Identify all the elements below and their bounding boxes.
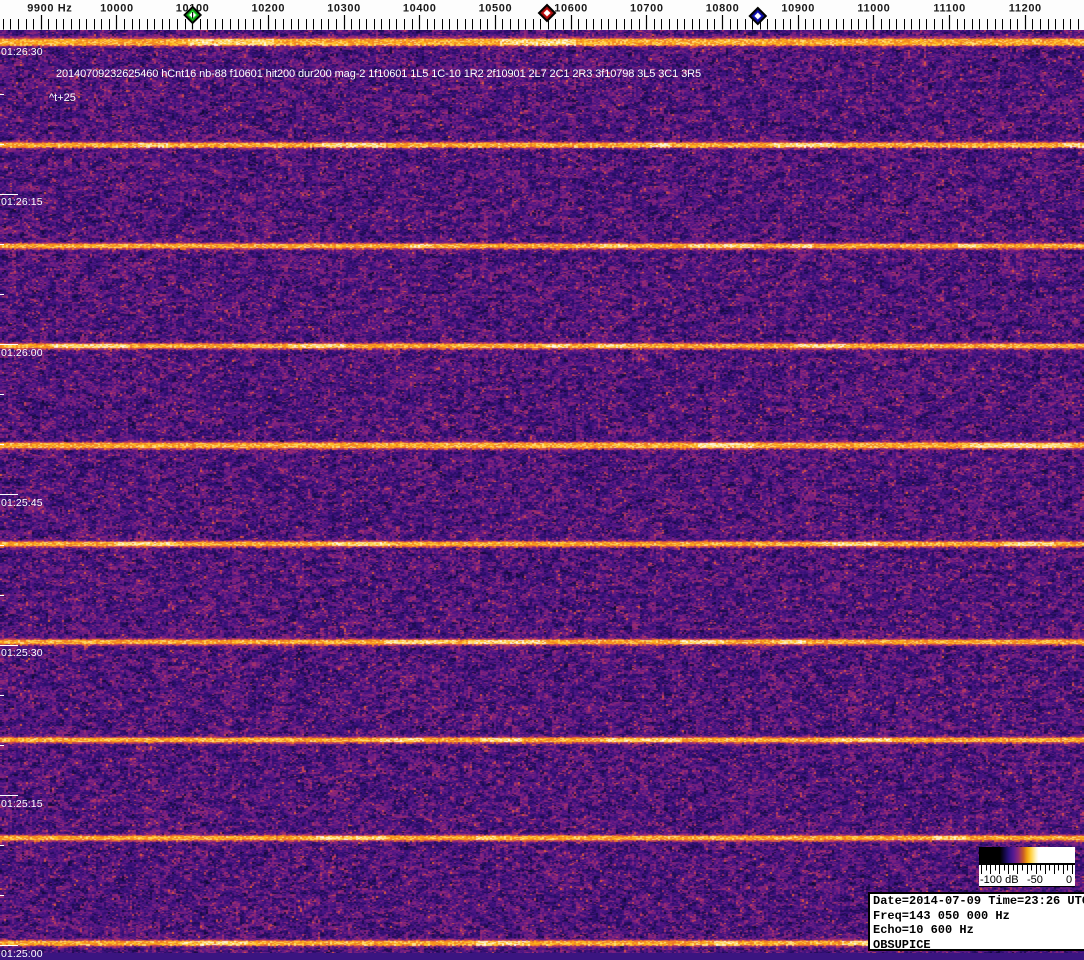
svg-text:10600: 10600: [554, 3, 588, 15]
svg-text:10800: 10800: [706, 3, 740, 15]
svg-text:11000: 11000: [857, 3, 890, 15]
svg-text:10500: 10500: [479, 3, 513, 15]
svg-text:9900 Hz: 9900 Hz: [27, 3, 72, 15]
svg-text:10300: 10300: [327, 3, 361, 15]
svg-text:10900: 10900: [781, 3, 815, 15]
svg-text:10200: 10200: [252, 3, 286, 15]
svg-text:10400: 10400: [403, 3, 437, 15]
svg-text:11200: 11200: [1009, 3, 1042, 15]
svg-text:11100: 11100: [933, 3, 965, 15]
svg-text:10000: 10000: [100, 3, 134, 15]
svg-text:10700: 10700: [630, 3, 664, 15]
